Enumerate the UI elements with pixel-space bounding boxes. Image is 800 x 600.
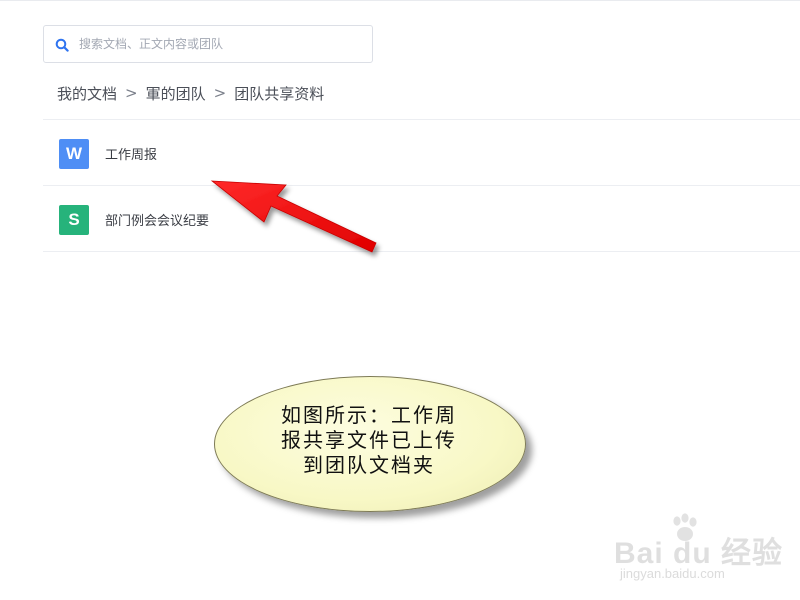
file-row-weekly-report[interactable]: W 工作周报 — [43, 120, 800, 185]
breadcrumb-separator: > — [213, 84, 227, 102]
watermark-url: jingyan.baidu.com — [620, 566, 725, 581]
callout-text: 如图所示：工作周 报共享文件已上传 到团队文档夹 — [256, 403, 482, 478]
search-box[interactable] — [43, 25, 373, 63]
top-divider — [0, 0, 800, 1]
breadcrumb-separator: > — [125, 84, 138, 102]
file-name[interactable]: 部门例会会议纪要 — [105, 210, 209, 229]
wps-writer-doc-icon: W — [59, 139, 89, 169]
breadcrumb: 我的文档 > 軍的团队 > 团队共享资料 — [57, 82, 324, 104]
callout-line: 如图所示：工作周 — [281, 403, 457, 427]
wps-spreadsheet-icon: S — [59, 205, 89, 235]
red-arrow-annotation — [210, 180, 377, 253]
callout-line: 报共享文件已上传 — [281, 428, 457, 452]
file-list: W 工作周报 S 部门例会会议纪要 — [43, 119, 800, 252]
baidu-jingyan-watermark: Bai du 经验 jingyan.baidu.com — [614, 512, 784, 584]
breadcrumb-my-documents[interactable]: 我的文档 — [57, 83, 117, 104]
file-name[interactable]: 工作周报 — [105, 144, 157, 163]
search-input[interactable] — [79, 34, 359, 54]
list-divider — [43, 251, 800, 252]
breadcrumb-shared-folder[interactable]: 团队共享资料 — [234, 83, 324, 104]
file-row-meeting-minutes[interactable]: S 部门例会会议纪要 — [43, 186, 800, 251]
search-icon — [55, 38, 69, 52]
callout-line: 到团队文档夹 — [303, 453, 435, 477]
breadcrumb-team[interactable]: 軍的团队 — [146, 83, 206, 104]
